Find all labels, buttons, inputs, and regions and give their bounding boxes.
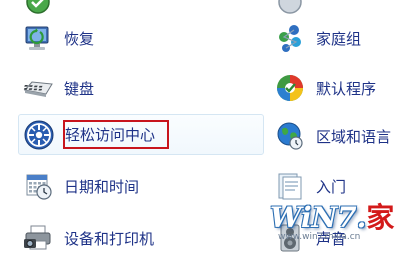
partial-top-icon (26, 0, 50, 14)
keyboard-icon (23, 81, 53, 97)
printer-camera-icon (24, 225, 51, 250)
sound-label: 声音 (316, 229, 347, 248)
keyboard-label: 键盘 (64, 79, 95, 98)
homegroup-icon (279, 25, 301, 52)
ease-of-access-label: 轻松访问中心 (65, 126, 156, 144)
homegroup-label: 家庭组 (316, 29, 362, 48)
default-programs-label: 默认程序 (316, 79, 377, 98)
getting-started-label: 入门 (316, 177, 347, 196)
calendar-clock-icon (26, 174, 52, 200)
devices-printers-label: 设备和打印机 (64, 229, 155, 248)
control-panel-item-date-time[interactable]: 日期和时间 (22, 166, 252, 206)
control-panel-item-keyboard[interactable]: 键盘 (22, 68, 252, 108)
control-panel-item-recovery[interactable]: 恢复 (22, 18, 252, 58)
region-language-label: 区域和语言 (316, 127, 392, 146)
partial-top-icon (278, 0, 302, 14)
recovery-label: 恢复 (64, 29, 95, 48)
region-language-icon (277, 122, 303, 150)
control-panel-item-getting-started[interactable]: 入门 (274, 166, 414, 206)
control-panel-item-devices-printers[interactable]: 设备和打印机 (22, 218, 252, 258)
control-panel-item-region-language[interactable]: 区域和语言 (274, 116, 414, 156)
control-panel-item-sound[interactable]: 声音 (274, 218, 414, 258)
date-time-label: 日期和时间 (64, 177, 140, 196)
default-programs-icon (277, 75, 303, 101)
getting-started-icon (278, 173, 302, 200)
control-panel-item-default-programs[interactable]: 默认程序 (274, 68, 414, 108)
ease-of-access-icon (24, 120, 54, 149)
sound-speaker-icon (280, 224, 300, 252)
control-panel-item-ease-of-access[interactable]: 轻松访问中心 (18, 114, 264, 155)
control-panel-item-homegroup[interactable]: 家庭组 (274, 18, 414, 58)
recovery-computer-icon (25, 26, 49, 50)
